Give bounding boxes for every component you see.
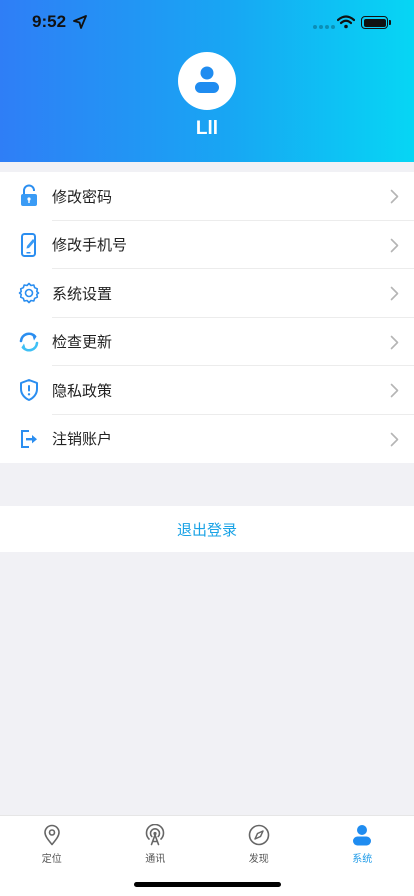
gear-icon (18, 281, 40, 305)
location-pin-icon (43, 824, 60, 846)
battery-icon (361, 16, 388, 29)
tab-label: 发现 (248, 854, 269, 865)
logout-button[interactable]: 退出登录 (0, 506, 414, 552)
tab-system[interactable]: 系统 (311, 824, 414, 865)
exit-icon (18, 427, 40, 451)
menu-item-system-settings[interactable]: 系统设置 (0, 269, 414, 318)
user-icon (195, 66, 219, 93)
profile-header: 9:52 Lll (0, 0, 414, 162)
settings-menu: 修改密码 修改手机号 系统设置 检查更新 隐私政策 注销账户 (0, 172, 414, 463)
menu-item-change-phone[interactable]: 修改手机号 (0, 221, 414, 269)
username: Lll (195, 118, 219, 139)
phone-edit-icon (18, 232, 40, 257)
status-time: 9:52 (32, 12, 67, 31)
tab-label: 系统 (352, 854, 373, 865)
location-arrow-icon (73, 15, 87, 29)
chevron-right-icon (390, 383, 399, 398)
chevron-right-icon (390, 286, 399, 301)
refresh-icon (18, 330, 40, 354)
tab-communication[interactable]: 通讯 (104, 824, 208, 865)
menu-item-label: 系统设置 (52, 284, 113, 303)
tab-location[interactable]: 定位 (0, 824, 104, 865)
compass-icon (248, 824, 270, 846)
menu-item-check-update[interactable]: 检查更新 (0, 318, 414, 366)
chevron-right-icon (390, 432, 399, 446)
menu-item-label: 隐私政策 (52, 381, 113, 400)
user-icon (353, 825, 372, 846)
broadcast-tower-icon (145, 824, 165, 846)
menu-item-change-password[interactable]: 修改密码 (0, 172, 414, 221)
chevron-right-icon (390, 335, 399, 349)
avatar[interactable] (178, 52, 236, 110)
battery-cap (389, 20, 391, 25)
wifi-icon (337, 15, 355, 29)
home-indicator (134, 882, 281, 887)
tab-discover[interactable]: 发现 (207, 824, 311, 865)
logout-label: 退出登录 (176, 520, 237, 539)
cellular-signal-icon (313, 25, 335, 29)
menu-item-delete-account[interactable]: 注销账户 (0, 415, 414, 464)
menu-item-label: 检查更新 (52, 333, 113, 352)
lock-icon (18, 184, 40, 208)
tab-label: 通讯 (145, 854, 166, 865)
chevron-right-icon (390, 189, 399, 204)
menu-item-privacy-policy[interactable]: 隐私政策 (0, 366, 414, 415)
menu-item-label: 修改密码 (52, 187, 113, 206)
chevron-right-icon (390, 238, 399, 252)
menu-item-label: 修改手机号 (52, 236, 128, 255)
tab-label: 定位 (41, 854, 62, 865)
status-bar: 9:52 (0, 0, 414, 48)
menu-item-label: 注销账户 (52, 430, 113, 449)
shield-icon (18, 378, 40, 402)
